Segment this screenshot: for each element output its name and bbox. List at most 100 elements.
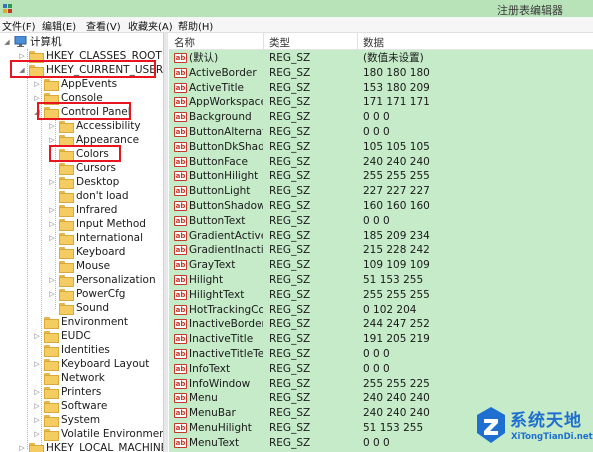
tree-label: 计算机 <box>30 36 62 48</box>
list-row[interactable]: ab ButtonLight REG_SZ 227 227 227 <box>169 184 593 199</box>
list-row[interactable]: ab ButtonShadow REG_SZ 160 160 160 <box>169 199 593 214</box>
value-name: InactiveTitle <box>189 333 254 346</box>
string-value-icon: ab <box>174 423 187 433</box>
watermark-logo-icon <box>477 407 505 443</box>
value-type: REG_SZ <box>269 229 311 242</box>
menu-edit[interactable]: 编辑(E) <box>42 18 76 33</box>
value-data: 51 153 255 <box>363 274 424 286</box>
string-value-icon: ab <box>174 67 187 78</box>
value-data: 180 180 180 <box>363 66 430 79</box>
folder-icon <box>44 429 59 441</box>
value-data: 0 0 0 <box>363 126 390 138</box>
list-row[interactable]: ab InactiveBorder REG_SZ 244 247 252 <box>169 317 593 332</box>
list-row[interactable]: ab ButtonFace REG_SZ 240 240 240 <box>169 155 593 170</box>
list-row[interactable]: ab HilightText REG_SZ 255 255 255 <box>169 288 593 303</box>
value-name: InactiveBorder <box>189 318 263 331</box>
list-row[interactable]: ab InfoText REG_SZ 0 0 0 <box>169 362 593 377</box>
list-row[interactable]: ab ButtonText REG_SZ 0 0 0 <box>169 214 593 229</box>
tree-label: Identities <box>61 344 110 356</box>
list-row[interactable]: abGradientActive... REG_SZ 185 209 234 <box>169 229 593 244</box>
menu-view[interactable]: 查看(V) <box>86 18 121 33</box>
value-name: GradientInactiv... <box>189 244 263 257</box>
value-name: Menu <box>189 392 218 405</box>
column-divider[interactable] <box>263 33 264 50</box>
value-name: GrayText <box>189 259 236 272</box>
list-row[interactable]: ab GrayText REG_SZ 109 109 109 <box>169 258 593 273</box>
computer-icon <box>14 36 27 47</box>
expand-icon[interactable]: ▷ <box>48 273 56 287</box>
list-row[interactable]: abInactiveTitleText REG_SZ 0 0 0 <box>169 347 593 362</box>
value-type: REG_SZ <box>269 96 311 109</box>
list-row[interactable]: ab Hilight REG_SZ 51 153 255 <box>169 273 593 288</box>
value-type: REG_SZ <box>269 259 311 272</box>
expand-icon[interactable]: ▷ <box>48 119 56 133</box>
list-row[interactable]: ab Background REG_SZ 0 0 0 <box>169 110 593 125</box>
string-value-icon: ab <box>174 260 187 271</box>
value-name: (默认) <box>189 52 219 64</box>
value-type: REG_SZ <box>269 422 311 434</box>
collapse-icon[interactable]: ◢ <box>3 35 11 49</box>
list-row[interactable]: abButtonAlternat... REG_SZ 0 0 0 <box>169 125 593 140</box>
list-row[interactable]: ab AppWorkspace REG_SZ 171 171 171 <box>169 95 593 110</box>
expand-icon[interactable]: ▷ <box>33 413 41 427</box>
value-name: ButtonDkShad... <box>189 140 263 153</box>
list-row[interactable]: ab ActiveTitle REG_SZ 153 180 209 <box>169 81 593 96</box>
folder-icon <box>59 233 74 245</box>
expand-icon[interactable]: ▷ <box>48 217 56 231</box>
expand-icon[interactable]: ▷ <box>33 399 41 413</box>
folder-icon <box>44 317 59 329</box>
menu-help[interactable]: 帮助(H) <box>178 18 213 33</box>
column-header-data[interactable]: 数据 <box>363 35 384 50</box>
value-name: ButtonText <box>189 214 246 227</box>
menu-favorites[interactable]: 收藏夹(A) <box>128 18 173 33</box>
string-value-icon: ab <box>174 186 187 197</box>
expand-icon[interactable]: ▷ <box>33 329 41 343</box>
expand-icon[interactable]: ▷ <box>48 175 56 189</box>
value-type: REG_SZ <box>269 81 311 94</box>
expand-icon[interactable]: ▷ <box>33 77 41 91</box>
list-row[interactable]: abHotTrackingCo... REG_SZ 0 102 204 <box>169 303 593 318</box>
column-header-type[interactable]: 类型 <box>269 35 290 50</box>
list-row[interactable]: abButtonDkShad... REG_SZ 105 105 105 <box>169 140 593 155</box>
registry-tree[interactable]: ◢ 计算机 ▷ HKEY_CLASSES_ROOT ◢ HKEY_CURRENT… <box>0 33 163 452</box>
tree-label: PowerCfg <box>76 288 126 300</box>
expand-icon[interactable]: ▷ <box>33 357 41 371</box>
expand-icon[interactable]: ▷ <box>33 427 41 441</box>
expand-icon[interactable]: ▷ <box>33 385 41 399</box>
list-row[interactable]: ab InactiveTitle REG_SZ 191 205 219 <box>169 332 593 347</box>
expand-icon[interactable]: ▷ <box>18 441 26 452</box>
value-type: REG_SZ <box>269 52 311 64</box>
list-row[interactable]: ab (默认) REG_SZ (数值未设置) <box>169 51 593 66</box>
tree-label: System <box>61 414 101 426</box>
column-header-name[interactable]: 名称 <box>174 35 195 50</box>
expand-icon[interactable]: ▷ <box>48 203 56 217</box>
folder-icon <box>59 163 74 175</box>
column-divider[interactable] <box>357 33 358 50</box>
string-value-icon: ab <box>174 53 187 63</box>
tree-label: don't load <box>76 190 129 202</box>
list-row[interactable]: ab InfoWindow REG_SZ 255 255 225 <box>169 377 593 392</box>
folder-icon <box>59 289 74 301</box>
expand-icon[interactable]: ▷ <box>48 287 56 301</box>
expand-icon[interactable]: ▷ <box>48 231 56 245</box>
value-name: AppWorkspace <box>189 96 263 109</box>
list-row[interactable]: abGradientInactiv... REG_SZ 215 228 242 <box>169 243 593 258</box>
folder-icon <box>44 331 59 343</box>
title-bar[interactable]: 注册表编辑器 <box>0 0 593 17</box>
list-row[interactable]: ab ActiveBorder REG_SZ 180 180 180 <box>169 66 593 81</box>
pane-splitter[interactable] <box>163 33 168 452</box>
window-title: 注册表编辑器 <box>497 4 563 17</box>
value-name: MenuBar <box>189 407 236 420</box>
folder-icon <box>59 177 74 189</box>
value-type: REG_SZ <box>269 407 311 420</box>
menu-file[interactable]: 文件(F) <box>2 18 36 33</box>
value-list[interactable]: 名称 类型 数据 ab (默认) REG_SZ (数值未设置) ab ActiveBord… <box>169 33 593 452</box>
list-row[interactable]: ab ButtonHilight REG_SZ 255 255 255 <box>169 169 593 184</box>
value-type: REG_SZ <box>269 436 311 449</box>
value-name: ButtonFace <box>189 155 248 168</box>
string-value-icon: ab <box>174 437 187 448</box>
value-data: 255 255 255 <box>363 288 430 301</box>
value-name: HilightText <box>189 288 245 301</box>
value-data: 160 160 160 <box>363 200 430 212</box>
folder-icon <box>44 387 59 399</box>
